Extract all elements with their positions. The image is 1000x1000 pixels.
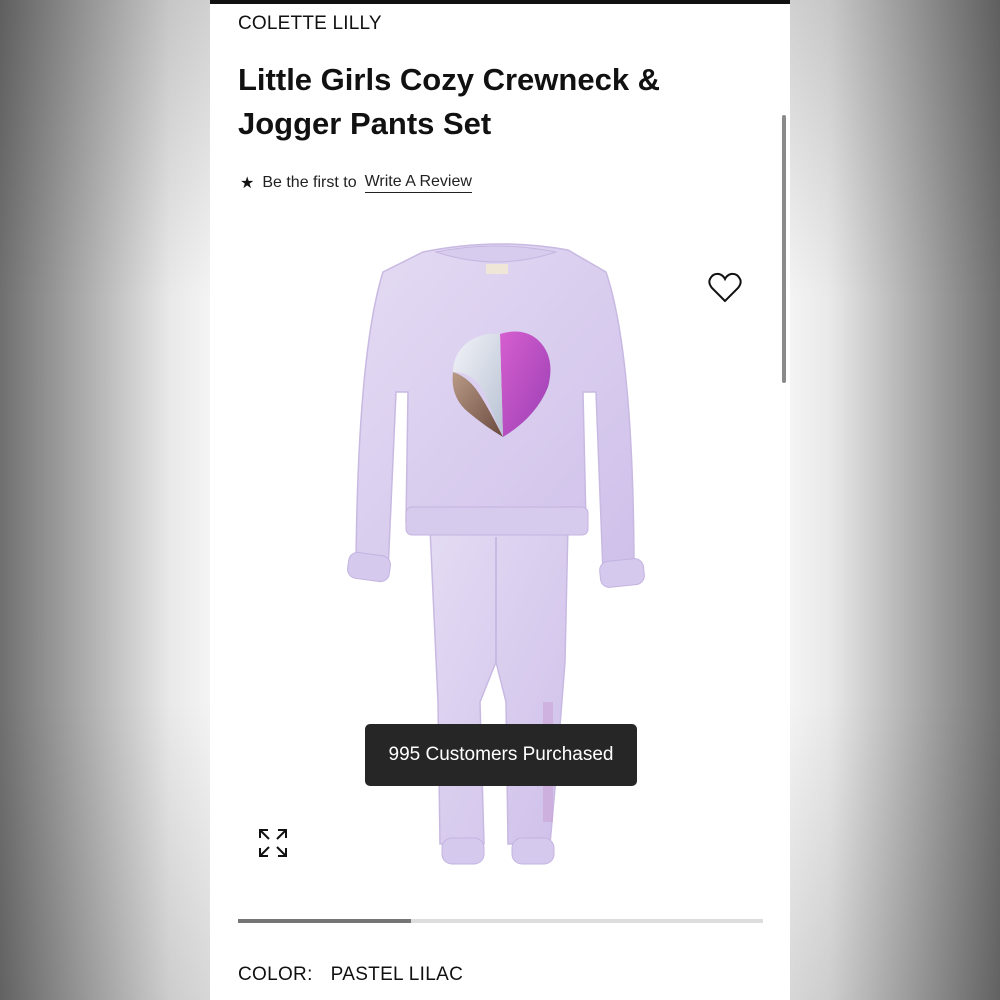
jogger-pants (429, 523, 569, 865)
product-image (347, 243, 645, 865)
gallery-progress (238, 919, 763, 923)
color-selector: COLOR: PASTEL LILAC (238, 964, 463, 986)
page-scrollbar[interactable] (782, 115, 786, 383)
product-title: Little Girls Cozy Crewneck & Jogger Pant… (238, 62, 661, 141)
write-review-link[interactable]: Write A Review (364, 173, 472, 193)
heart-outline-icon[interactable] (707, 270, 743, 306)
review-row: ★ Be the first to Write A Review (240, 173, 472, 193)
gallery-progress-fill (238, 919, 412, 923)
purchase-count-toast: 995 Customers Purchased (365, 724, 637, 786)
color-value: PASTEL LILAC (330, 964, 464, 985)
expand-arrows-icon[interactable] (256, 826, 290, 860)
star-icon: ★ (240, 175, 255, 192)
top-bar (210, 0, 790, 4)
product-image-gallery[interactable] (238, 232, 762, 892)
color-label: COLOR: (238, 964, 313, 985)
brand-name[interactable]: COLETTE LILLY (238, 13, 382, 35)
product-page: COLETTE LILLY Little Girls Cozy Crewneck… (210, 0, 790, 1000)
review-prompt: Be the first to (262, 174, 357, 191)
